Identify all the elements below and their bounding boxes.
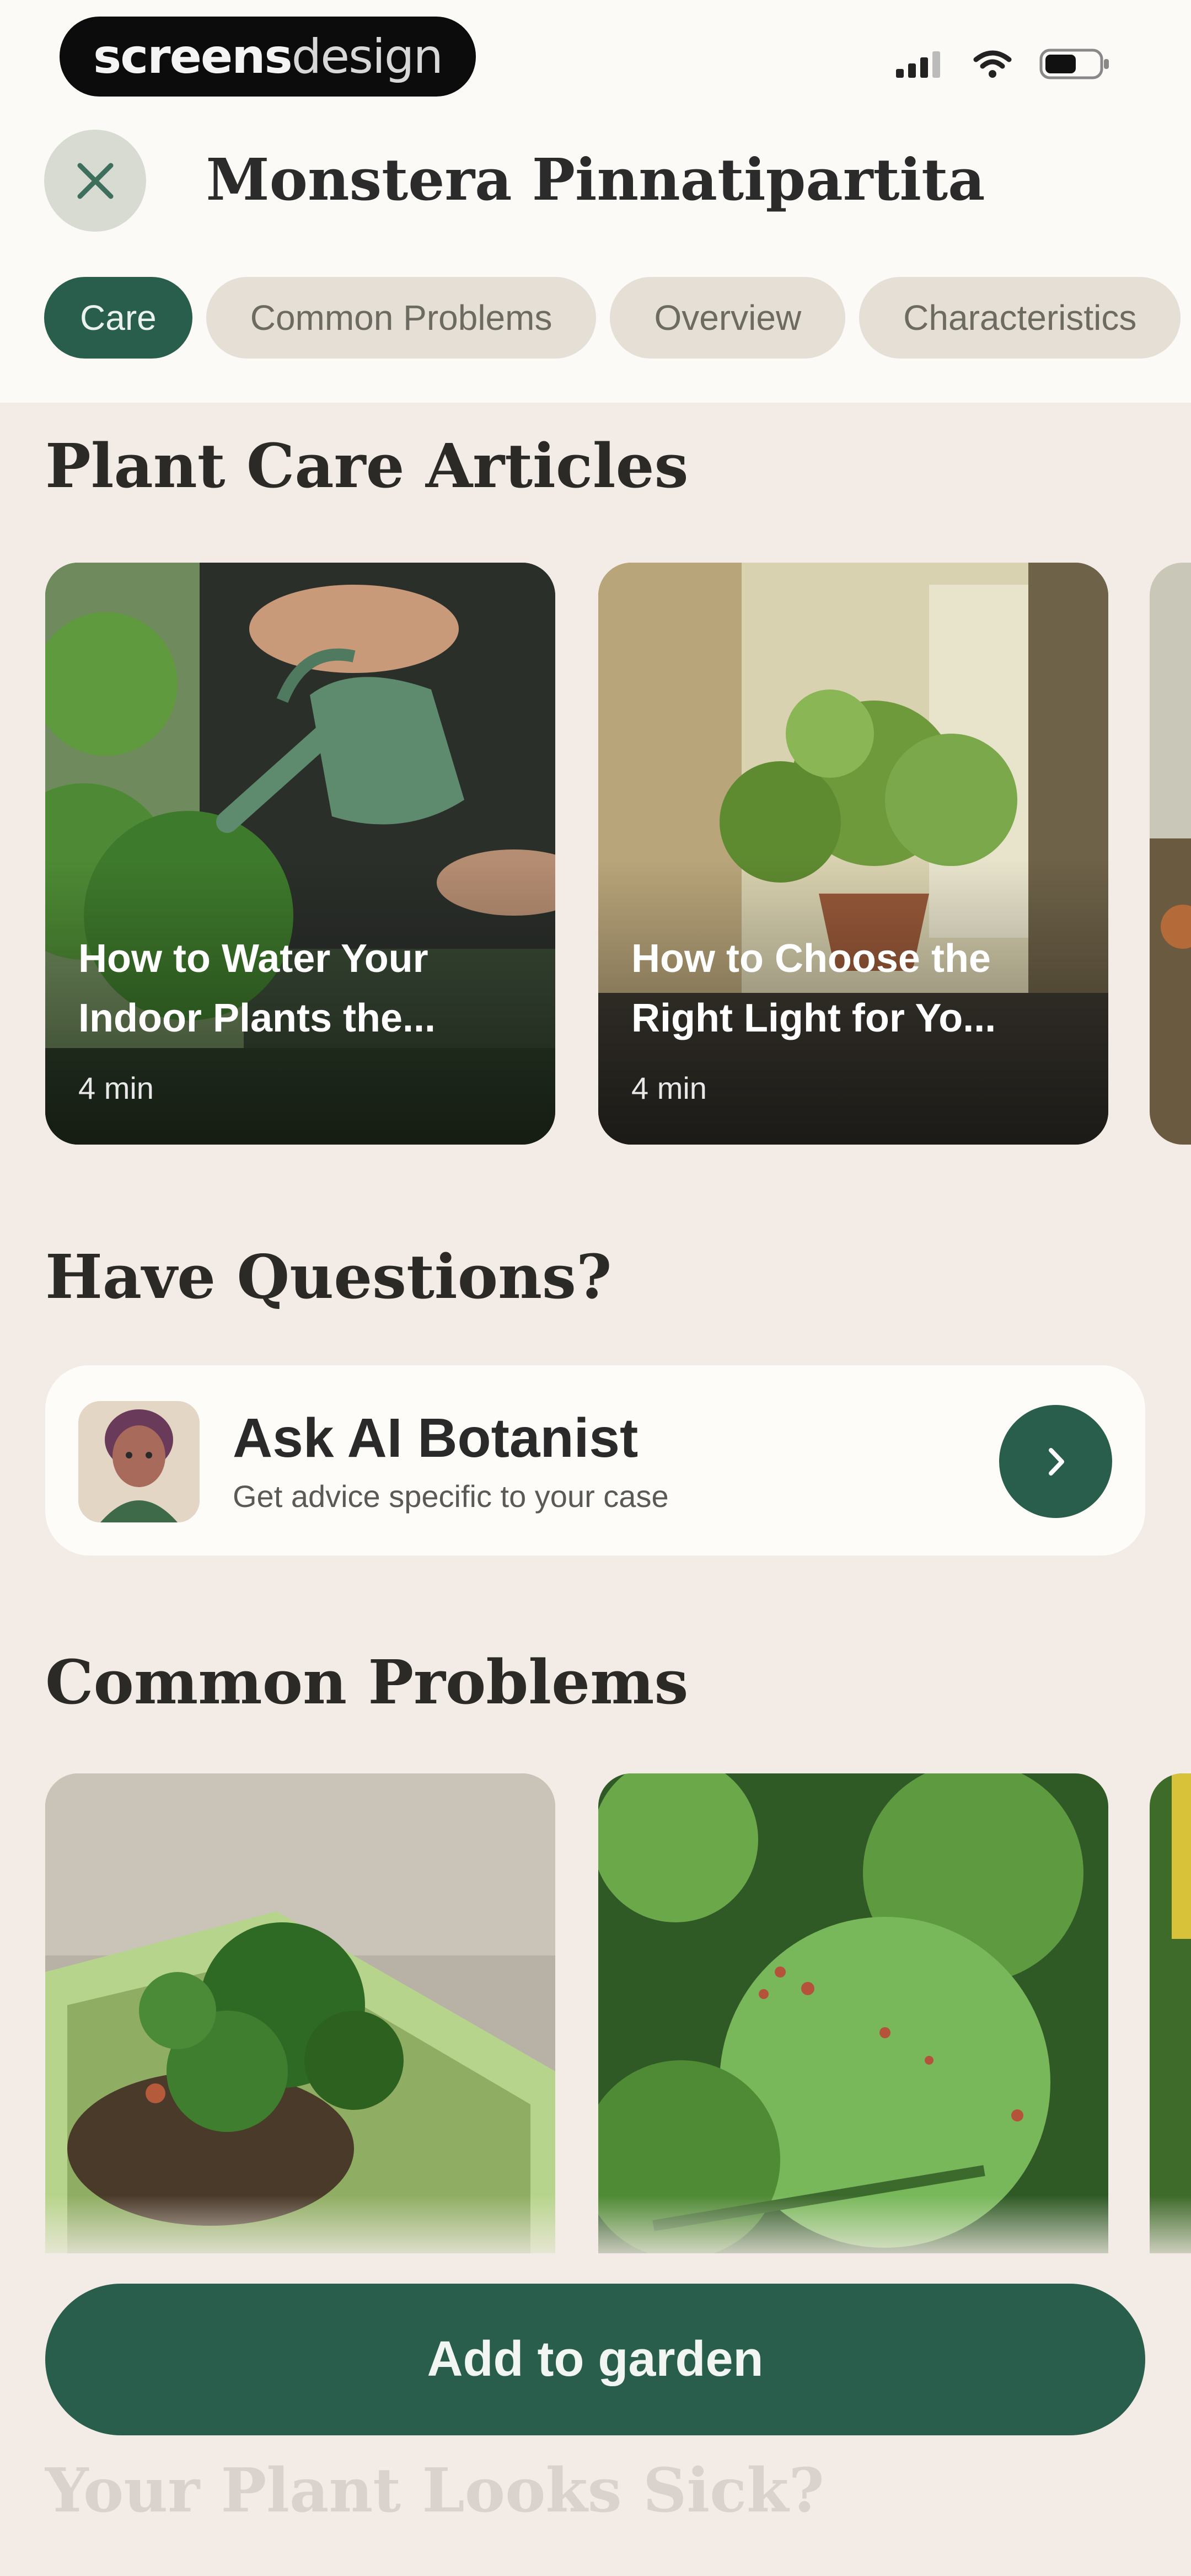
problem-image-seedling <box>45 1773 555 2253</box>
status-bar <box>896 49 1111 79</box>
tab-bar: Care Common Problems Overview Characteri… <box>44 277 1181 359</box>
article-title: How to Choose the Right Light for Yo... <box>631 937 996 1040</box>
article-card[interactable]: How to Water Your Indoor Plants the... 4… <box>45 563 555 1145</box>
ask-open-button[interactable] <box>999 1405 1112 1518</box>
articles-heading: Plant Care Articles <box>45 430 689 501</box>
tab-common-problems[interactable]: Common Problems <box>206 277 597 359</box>
problem-card[interactable] <box>598 1773 1108 2253</box>
ask-subtitle: Get advice specific to your case <box>233 1479 669 1514</box>
add-to-garden-button[interactable]: Add to garden <box>45 2284 1145 2435</box>
ask-title: Ask AI Botanist <box>233 1407 639 1469</box>
tab-care[interactable]: Care <box>44 277 192 359</box>
close-button[interactable] <box>44 130 146 232</box>
problem-card[interactable] <box>45 1773 555 2253</box>
tab-overview[interactable]: Overview <box>610 277 846 359</box>
watermark-bold: screens <box>93 29 293 84</box>
watermark-badge: screens design <box>60 17 476 97</box>
chevron-right-icon <box>1048 1447 1064 1476</box>
article-card[interactable]: How to Choose the Right Light for Yo... … <box>598 563 1108 1145</box>
ask-ai-botanist-card[interactable]: Ask AI Botanist Get advice specific to y… <box>45 1365 1145 1556</box>
problem-card-partial[interactable] <box>1150 1773 1191 2253</box>
article-title: How to Water Your Indoor Plants the... <box>78 937 436 1040</box>
botanist-avatar <box>78 1401 200 1522</box>
problems-heading: Common Problems <box>45 1647 689 1718</box>
wifi-icon <box>973 50 1012 78</box>
cellular-signal-icon <box>896 51 940 78</box>
article-read-time: 4 min <box>631 1071 707 1105</box>
botanist-avatar-image <box>78 1401 200 1522</box>
close-icon <box>77 163 113 199</box>
questions-heading: Have Questions? <box>45 1241 612 1312</box>
article-card-partial[interactable] <box>1150 563 1191 1145</box>
article-image-partial <box>1150 563 1191 1145</box>
watermark-light: design <box>291 29 443 84</box>
problem-image-partial <box>1150 1773 1191 2253</box>
page-title: Monstera Pinnatipartita <box>206 145 985 213</box>
battery-icon <box>1039 49 1109 79</box>
tab-characteristics[interactable]: Characteristics <box>859 277 1181 359</box>
problem-image-leaves <box>598 1773 1108 2253</box>
article-read-time: 4 min <box>78 1071 154 1105</box>
next-section-heading: Your Plant Looks Sick? <box>45 2455 824 2526</box>
